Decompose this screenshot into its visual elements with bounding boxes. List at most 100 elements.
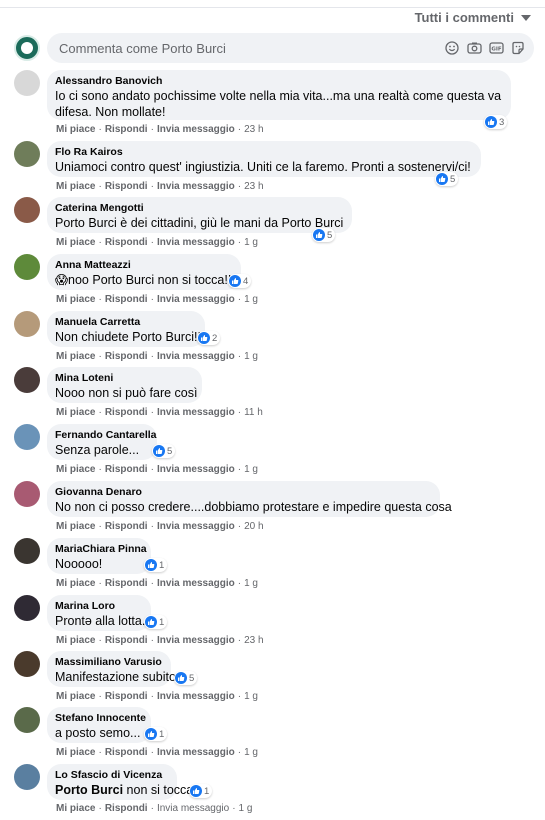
- reply-button[interactable]: Rispondi: [105, 578, 148, 589]
- reaction-count[interactable]: 2: [197, 331, 221, 345]
- like-button[interactable]: Mi piace: [56, 294, 95, 305]
- reply-button[interactable]: Rispondi: [105, 747, 148, 758]
- emoji-icon[interactable]: [444, 40, 460, 56]
- comment-timestamp[interactable]: 23 h: [244, 181, 263, 192]
- send-message-button[interactable]: Invia messaggio: [157, 237, 235, 248]
- reply-button[interactable]: Rispondi: [105, 635, 148, 646]
- thumbs-up-icon: [145, 616, 157, 628]
- avatar[interactable]: [14, 311, 40, 337]
- reaction-count[interactable]: 3: [484, 115, 508, 129]
- like-button[interactable]: Mi piace: [56, 181, 95, 192]
- avatar[interactable]: [14, 538, 40, 564]
- send-message-button[interactable]: Invia messaggio: [157, 351, 235, 362]
- comment-timestamp[interactable]: 1 g: [244, 237, 258, 248]
- send-message-button[interactable]: Invia messaggio: [157, 747, 235, 758]
- comment-author[interactable]: Fernando Cantarella: [55, 429, 157, 442]
- comment-timestamp[interactable]: 1 g: [244, 691, 258, 702]
- comment-author[interactable]: Alessandro Banovich: [55, 75, 501, 88]
- like-button[interactable]: Mi piace: [56, 578, 95, 589]
- reaction-count[interactable]: 1: [144, 558, 168, 572]
- like-button[interactable]: Mi piace: [56, 351, 95, 362]
- avatar[interactable]: [14, 764, 40, 790]
- reply-button[interactable]: Rispondi: [105, 294, 148, 305]
- reply-button[interactable]: Rispondi: [105, 237, 148, 248]
- like-button[interactable]: Mi piace: [56, 124, 95, 135]
- like-button[interactable]: Mi piace: [56, 747, 95, 758]
- avatar[interactable]: [14, 481, 40, 507]
- reply-button[interactable]: Rispondi: [105, 691, 148, 702]
- reaction-number: 3: [499, 116, 505, 128]
- comment-author[interactable]: MariaChiara Pinna: [55, 543, 147, 556]
- comment-text-bold[interactable]: Porto Burci: [55, 783, 123, 797]
- send-message-button[interactable]: Invia messaggio: [157, 691, 235, 702]
- like-button[interactable]: Mi piace: [56, 464, 95, 475]
- comment-text: Manifestazione subito: [55, 670, 176, 684]
- reaction-count[interactable]: 1: [144, 727, 168, 741]
- like-button[interactable]: Mi piace: [56, 803, 95, 814]
- comment-timestamp[interactable]: 1 g: [244, 464, 258, 475]
- send-message-button[interactable]: Invia messaggio: [157, 294, 235, 305]
- reaction-count[interactable]: 1: [144, 615, 168, 629]
- like-button[interactable]: Mi piace: [56, 635, 95, 646]
- like-button[interactable]: Mi piace: [56, 407, 95, 418]
- send-message-button[interactable]: Invia messaggio: [157, 803, 229, 814]
- like-button[interactable]: Mi piace: [56, 521, 95, 532]
- reply-button[interactable]: Rispondi: [105, 124, 148, 135]
- camera-icon[interactable]: [466, 40, 482, 56]
- gif-icon[interactable]: GIF: [488, 40, 504, 56]
- comment-timestamp[interactable]: 23 h: [244, 124, 263, 135]
- avatar[interactable]: [14, 197, 40, 223]
- like-button[interactable]: Mi piace: [56, 691, 95, 702]
- send-message-button[interactable]: Invia messaggio: [157, 407, 235, 418]
- send-message-button[interactable]: Invia messaggio: [157, 124, 235, 135]
- comment-author[interactable]: Manuela Carretta: [55, 316, 195, 329]
- comment-author[interactable]: Marina Loro: [55, 600, 141, 613]
- send-message-button[interactable]: Invia messaggio: [157, 635, 235, 646]
- send-message-button[interactable]: Invia messaggio: [157, 181, 235, 192]
- comment-timestamp[interactable]: 1 g: [244, 747, 258, 758]
- comment-author[interactable]: Giovanna Denaro: [55, 486, 430, 499]
- comment-author[interactable]: Caterina Mengotti: [55, 202, 342, 215]
- comment-author[interactable]: Flo Ra Kairos: [55, 146, 471, 159]
- reply-button[interactable]: Rispondi: [105, 407, 148, 418]
- send-message-button[interactable]: Invia messaggio: [157, 521, 235, 532]
- avatar[interactable]: [14, 424, 40, 450]
- reaction-count[interactable]: 4: [228, 274, 252, 288]
- avatar[interactable]: [14, 70, 40, 96]
- sort-comments-dropdown[interactable]: Tutti i commenti: [415, 10, 531, 25]
- avatar[interactable]: [14, 595, 40, 621]
- reply-button[interactable]: Rispondi: [105, 181, 148, 192]
- reply-button[interactable]: Rispondi: [105, 464, 148, 475]
- like-button[interactable]: Mi piace: [56, 237, 95, 248]
- comment-timestamp[interactable]: 23 h: [244, 635, 263, 646]
- avatar[interactable]: [14, 367, 40, 393]
- reaction-count[interactable]: 5: [174, 671, 198, 685]
- comment-timestamp[interactable]: 1 g: [244, 294, 258, 305]
- reaction-count[interactable]: 5: [312, 228, 336, 242]
- send-message-button[interactable]: Invia messaggio: [157, 578, 235, 589]
- reply-button[interactable]: Rispondi: [105, 351, 148, 362]
- comment-timestamp[interactable]: 1 g: [239, 803, 253, 814]
- send-message-button[interactable]: Invia messaggio: [157, 464, 235, 475]
- reaction-count[interactable]: 1: [189, 784, 213, 798]
- comment-timestamp[interactable]: 11 h: [244, 407, 263, 418]
- comment-author[interactable]: Anna Matteazzi: [55, 259, 231, 272]
- comment-author[interactable]: Stefano Innocente: [55, 712, 146, 725]
- comment-author[interactable]: Mina Loteni: [55, 372, 192, 385]
- reply-button[interactable]: Rispondi: [105, 521, 148, 532]
- comment-bubble: Giovanna Denaro No non ci posso credere.…: [47, 481, 452, 517]
- comment-input[interactable]: Commenta come Porto Burci GIF: [47, 33, 534, 63]
- avatar[interactable]: [14, 707, 40, 733]
- reaction-count[interactable]: 5: [435, 172, 459, 186]
- comment-author[interactable]: Massimiliano Varusio: [55, 656, 162, 669]
- avatar[interactable]: [14, 651, 40, 677]
- comment-timestamp[interactable]: 20 h: [244, 521, 263, 532]
- reply-button[interactable]: Rispondi: [105, 803, 148, 814]
- avatar[interactable]: [14, 141, 40, 167]
- sticker-icon[interactable]: [510, 40, 526, 56]
- reaction-count[interactable]: 5: [152, 444, 176, 458]
- avatar[interactable]: [14, 254, 40, 280]
- comment-timestamp[interactable]: 1 g: [244, 351, 258, 362]
- comment-author[interactable]: Lo Sfascio di Vicenza: [55, 769, 167, 782]
- comment-timestamp[interactable]: 1 g: [244, 578, 258, 589]
